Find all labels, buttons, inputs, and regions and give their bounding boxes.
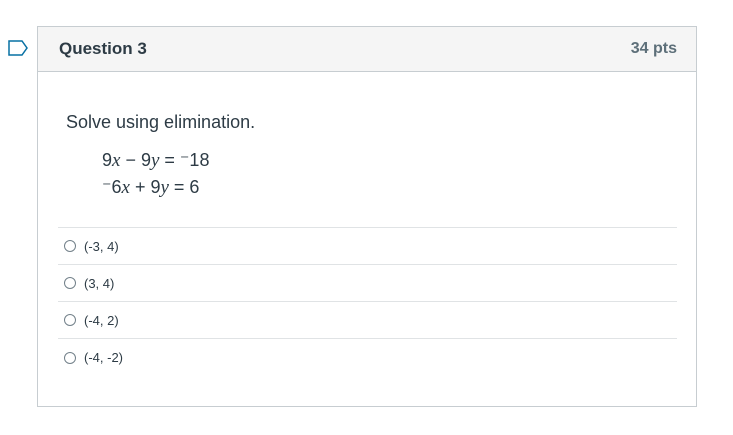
radio-button[interactable] bbox=[64, 351, 76, 364]
equation-2: ⁻6x + 9y = 6 bbox=[102, 174, 677, 201]
equation-2-rhs: = 6 bbox=[168, 177, 200, 197]
radio-button[interactable] bbox=[64, 240, 76, 252]
answer-option[interactable]: (-3, 4) bbox=[58, 228, 677, 265]
bookmark-flag-icon[interactable] bbox=[8, 40, 28, 56]
answer-label[interactable]: (-4, -2) bbox=[84, 350, 123, 365]
equation-2-var-y: y bbox=[160, 177, 169, 198]
answer-list: (-3, 4) (3, 4) (-4, 2) (-4, -2) bbox=[58, 227, 677, 376]
answer-option[interactable]: (-4, 2) bbox=[58, 302, 677, 339]
equation-1-op: − 9 bbox=[120, 150, 151, 170]
answer-option[interactable]: (-4, -2) bbox=[58, 339, 677, 376]
equation-1-coef: 9 bbox=[102, 150, 113, 170]
radio-button[interactable] bbox=[64, 277, 76, 289]
equation-2-coef: ⁻6 bbox=[102, 177, 122, 197]
question-points: 34 pts bbox=[630, 40, 677, 57]
question-body: Solve using elimination. 9x − 9y = ⁻18 ⁻… bbox=[38, 112, 696, 376]
answer-label[interactable]: (3, 4) bbox=[84, 276, 114, 291]
equation-1-rhs: = ⁻18 bbox=[159, 150, 210, 170]
question-prompt: Solve using elimination. bbox=[66, 112, 256, 132]
equation-2-var-x: x bbox=[121, 177, 130, 198]
question-card: Question 3 34 pts Solve using eliminatio… bbox=[37, 26, 697, 407]
answer-option[interactable]: (3, 4) bbox=[58, 265, 677, 302]
equation-system: 9x − 9y = ⁻18 ⁻6x + 9y = 6 bbox=[102, 147, 677, 201]
answer-label[interactable]: (-3, 4) bbox=[84, 239, 119, 254]
equation-1: 9x − 9y = ⁻18 bbox=[102, 147, 677, 174]
equation-2-op: + 9 bbox=[129, 177, 161, 197]
radio-button[interactable] bbox=[64, 314, 76, 326]
answer-label[interactable]: (-4, 2) bbox=[84, 313, 119, 328]
question-title: Question 3 bbox=[59, 39, 147, 58]
question-header: Question 3 34 pts bbox=[38, 27, 696, 72]
